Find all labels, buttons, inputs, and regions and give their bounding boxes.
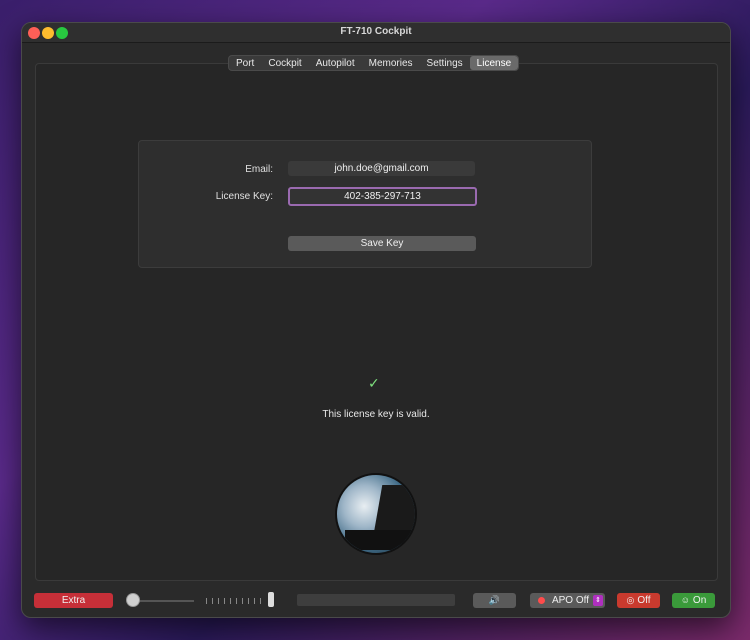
speaker-button[interactable]: 🔊: [473, 593, 516, 608]
tab-autopilot[interactable]: Autopilot: [309, 56, 362, 70]
tab-license[interactable]: License: [469, 56, 519, 70]
app-logo-image: [335, 473, 417, 555]
off-button[interactable]: ◎ Off: [617, 593, 660, 608]
tab-cockpit[interactable]: Cockpit: [261, 56, 308, 70]
apo-status-dot: [538, 597, 545, 604]
tab-settings[interactable]: Settings: [420, 56, 470, 70]
on-label: On: [692, 595, 707, 606]
power-on-icon: ☺: [680, 595, 690, 605]
tab-bar: Port Cockpit Autopilot Memories Settings…: [228, 55, 520, 71]
apo-label: APO Off: [551, 595, 590, 606]
app-window: FT-710 Cockpit Port Cockpit Autopilot Me…: [21, 22, 731, 618]
license-valid-message: This license key is valid.: [322, 409, 430, 420]
license-key-field[interactable]: [288, 187, 477, 206]
extra-button[interactable]: Extra: [34, 593, 113, 608]
tab-port[interactable]: Port: [229, 56, 261, 70]
check-icon: ✓: [368, 375, 380, 391]
apo-stepper-icon[interactable]: ⇕: [593, 595, 603, 606]
bottom-toolbar: Extra 🔊 APO Off ⇕ ◎ Off ☺ On: [22, 591, 730, 611]
email-label: Email:: [245, 164, 273, 175]
logo-cockpit-dash: [345, 530, 415, 550]
level-meter: [297, 594, 455, 606]
off-label: Off: [637, 595, 651, 606]
power-off-icon: ◎: [626, 595, 635, 605]
title-bar: FT-710 Cockpit: [22, 23, 730, 43]
apo-selector[interactable]: APO Off ⇕: [530, 593, 605, 608]
on-button[interactable]: ☺ On: [672, 593, 715, 608]
save-key-button[interactable]: Save Key: [288, 236, 476, 251]
volume-slider-knob[interactable]: [126, 593, 140, 607]
tab-memories[interactable]: Memories: [362, 56, 420, 70]
window-title: FT-710 Cockpit: [340, 26, 412, 37]
tick-scale: [206, 595, 270, 605]
license-panel: Email: License Key: Save Key: [138, 140, 592, 268]
tick-slider-handle[interactable]: [268, 592, 274, 607]
license-key-label: License Key:: [215, 191, 273, 202]
speaker-icon: 🔊: [488, 595, 501, 605]
email-field[interactable]: [288, 161, 475, 176]
